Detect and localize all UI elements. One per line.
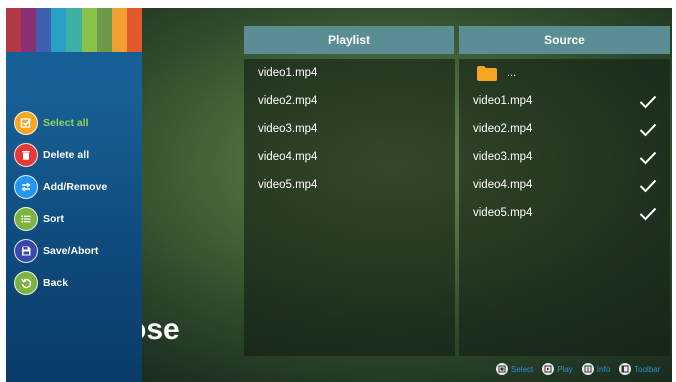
play-key-icon — [542, 363, 555, 375]
playlist-item[interactable]: video5.mp4 — [258, 179, 317, 191]
checkmark-icon — [639, 179, 657, 193]
playlist-item[interactable]: video2.mp4 — [258, 95, 317, 107]
playlist-item[interactable]: video1.mp4 — [258, 67, 317, 79]
menu-item-sort[interactable]: Sort — [14, 203, 107, 235]
parent-folder-label: ... — [507, 67, 517, 79]
source-item-label: video5.mp4 — [473, 207, 533, 219]
playlist-item[interactable]: video4.mp4 — [258, 151, 317, 163]
checkmark-icon — [639, 151, 657, 165]
toolbar-key-icon — [619, 363, 632, 375]
stripe — [81, 8, 97, 52]
stripe — [66, 8, 82, 52]
save-icon — [14, 239, 38, 263]
source-panel: ... video1.mp4 video2.mp4 video3.mp4 vid… — [459, 59, 670, 356]
stripe — [51, 8, 67, 52]
stripe — [126, 8, 142, 52]
menu-label: Select all — [43, 117, 89, 129]
stripe — [21, 8, 37, 52]
playlist-header: Playlist — [244, 26, 454, 54]
sidebar-fade — [6, 52, 142, 72]
stripe-banner — [6, 8, 142, 52]
menu-label: Back — [43, 277, 69, 289]
folder-icon — [477, 66, 497, 81]
menu-item-back[interactable]: Back — [14, 267, 107, 299]
menu-item-add-remove[interactable]: Add/Remove — [14, 171, 107, 203]
stripe — [6, 8, 22, 52]
menu-label: Sort — [43, 213, 64, 225]
key-hints-bar: Select Play Info Toolbar — [496, 363, 660, 375]
select-key-icon — [496, 363, 508, 375]
menu-label: Add/Remove — [43, 181, 108, 193]
menu-item-delete-all[interactable]: Delete all — [14, 139, 107, 171]
info-key-icon — [581, 363, 594, 375]
hint-label: Toolbar — [634, 364, 661, 374]
checkmark-icon — [639, 95, 657, 109]
checkmark-icon — [639, 207, 657, 221]
stripe — [96, 8, 112, 52]
hint-label: Select — [511, 364, 534, 374]
sidebar-menu: Select all Delete all Add/Remove Sort Sa… — [6, 8, 142, 382]
add-remove-icon — [14, 175, 38, 199]
hint-label: Play — [557, 364, 573, 374]
playlist-panel: video1.mp4 video2.mp4 video3.mp4 video4.… — [244, 59, 455, 356]
menu-item-select-all[interactable]: Select all — [14, 107, 107, 139]
source-item-label: video3.mp4 — [473, 151, 533, 163]
stripe — [36, 8, 52, 52]
source-item-label: video2.mp4 — [473, 123, 533, 135]
delete-icon — [14, 143, 38, 167]
hint-label: Info — [596, 364, 611, 374]
sort-icon — [14, 207, 38, 231]
select-all-icon — [14, 111, 38, 135]
checkmark-icon — [639, 123, 657, 137]
menu-list: Select all Delete all Add/Remove Sort Sa… — [14, 107, 107, 299]
back-icon — [14, 271, 38, 295]
menu-item-save-abort[interactable]: Save/Abort — [14, 235, 107, 267]
source-item-label: video4.mp4 — [473, 179, 533, 191]
source-header: Source — [459, 26, 670, 54]
stripe — [111, 8, 127, 52]
menu-label: Delete all — [43, 149, 90, 161]
screen: ose Select all Delete all Add/Remove Sor… — [6, 8, 672, 382]
menu-label: Save/Abort — [43, 245, 99, 257]
playlist-item[interactable]: video3.mp4 — [258, 123, 317, 135]
source-item-label: video1.mp4 — [473, 95, 533, 107]
